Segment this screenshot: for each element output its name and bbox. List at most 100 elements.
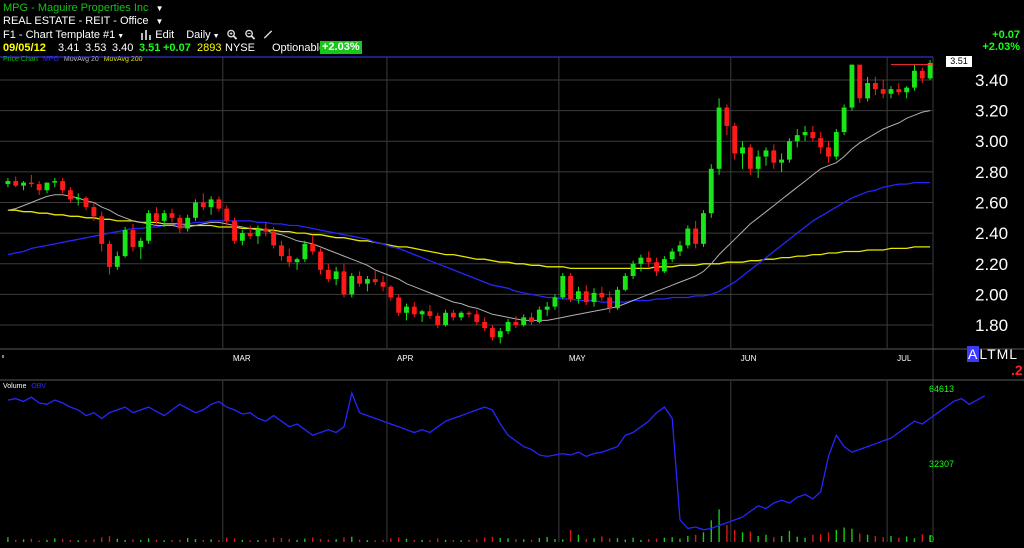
candle-body <box>802 132 808 136</box>
candle-body <box>646 257 652 263</box>
candle-body <box>654 262 659 272</box>
candle-body <box>13 181 19 186</box>
candle-body <box>591 292 597 303</box>
candle-body <box>779 159 785 163</box>
candle-body <box>857 64 863 99</box>
candle-body <box>786 141 792 160</box>
x-month-label: JUN <box>741 354 757 363</box>
candle-body <box>341 271 347 295</box>
candle-body <box>404 306 409 313</box>
candle-body <box>83 197 89 208</box>
candle-body <box>21 182 26 186</box>
candle-body <box>153 213 159 221</box>
candle-body <box>536 309 542 322</box>
candle-body <box>271 231 277 246</box>
candle-body <box>826 147 831 157</box>
candle-body <box>99 216 105 244</box>
candle-body <box>200 202 206 208</box>
candle-body <box>279 245 284 257</box>
candle-body <box>427 311 433 316</box>
candle-body <box>224 208 230 221</box>
candle-body <box>482 321 488 329</box>
candle-body <box>880 89 886 94</box>
candle-body <box>450 312 456 318</box>
candle-body <box>669 251 675 260</box>
y-tick-label: 3.00 <box>975 132 1008 151</box>
candle-body <box>443 312 448 326</box>
candle-body <box>146 213 152 241</box>
candle-body <box>685 228 691 246</box>
candle-body <box>364 279 370 284</box>
candle-body <box>771 150 777 163</box>
candle-body <box>544 306 550 310</box>
candle-body <box>716 107 722 169</box>
candle-body <box>411 306 417 315</box>
mode-ltml: LTML <box>979 346 1019 362</box>
volume-tick-label: 0 <box>929 534 934 544</box>
candle-body <box>575 291 581 299</box>
candle-body <box>622 276 628 290</box>
candle-body <box>755 156 761 169</box>
candle-body <box>294 259 300 263</box>
price-volume-chart[interactable]: 1.80 2.00 2.20 2.40 2.60 2.80 3.00 3.20 3.40 MAR A… <box>0 0 1024 548</box>
volume-tick-label: 32307 <box>929 459 954 469</box>
candle-body <box>114 256 120 267</box>
y-tick-label: 2.00 <box>975 285 1008 304</box>
candle-body <box>122 230 128 257</box>
candle-body <box>912 70 917 88</box>
candle-body <box>177 217 183 229</box>
candle-body <box>638 257 644 264</box>
candle-body <box>130 230 136 247</box>
candle-body <box>232 220 237 241</box>
candle-body <box>732 125 738 154</box>
candle-body <box>239 233 245 241</box>
candle-body <box>708 168 714 214</box>
candle-body <box>286 256 292 263</box>
ma-mid-line <box>7 181 931 303</box>
candle-body <box>349 276 355 295</box>
candle-body <box>583 291 589 303</box>
candle-body <box>357 276 363 284</box>
candle-body <box>497 331 503 338</box>
candle-body <box>552 297 558 307</box>
candle-body <box>513 321 519 326</box>
candle-body <box>747 147 753 169</box>
chart-mode-indicator[interactable]: ALTML <box>967 346 1018 362</box>
candle-body <box>810 132 816 139</box>
candle-body <box>138 240 144 247</box>
candle-body <box>490 328 495 338</box>
y-tick-label: 2.60 <box>975 194 1008 213</box>
candle-body <box>169 213 175 218</box>
candle-body <box>474 314 480 322</box>
candle-body <box>599 292 605 298</box>
x-month-label: MAR <box>233 354 251 363</box>
candle-body <box>505 321 511 332</box>
candle-body <box>91 207 97 217</box>
candle-body <box>693 228 699 244</box>
candle-body <box>458 312 464 318</box>
candle-body <box>849 64 855 108</box>
candle-body <box>724 107 730 126</box>
candle-body <box>904 87 910 93</box>
candle-body <box>794 135 800 142</box>
candle-body <box>560 276 566 298</box>
candle-body <box>193 202 198 218</box>
candle-body <box>68 190 73 200</box>
candle-body <box>161 213 167 221</box>
candle-body <box>435 315 441 326</box>
candle-body <box>208 199 214 208</box>
obv-line <box>7 390 986 531</box>
candle-body <box>255 228 261 237</box>
candle-body <box>568 276 574 299</box>
candle-body <box>872 83 878 90</box>
y-tick-label: 1.80 <box>975 316 1008 335</box>
candle-body <box>52 181 58 183</box>
candle-body <box>888 89 894 94</box>
candle-body <box>677 245 683 252</box>
y-tick-label: 2.40 <box>975 224 1008 243</box>
mode-a: A <box>967 346 980 362</box>
y-tick-label: 3.20 <box>975 102 1008 121</box>
candle-body <box>388 286 394 298</box>
candle-body <box>740 147 745 154</box>
candle-body <box>521 317 527 326</box>
